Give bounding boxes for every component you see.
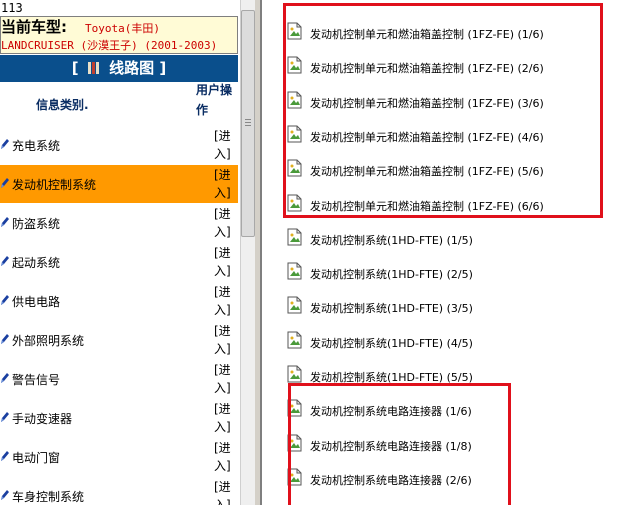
diagram-title: 发动机控制系统(1HD-FTE) (1/5) [310, 233, 473, 247]
category-name: 供电电路 [12, 295, 61, 309]
category-row[interactable]: 手动变速器 [进入] [0, 399, 238, 437]
pencil-icon [0, 372, 10, 384]
enter-link[interactable]: [进入] [214, 400, 238, 436]
wiring-diagram-title: 线路图 [109, 59, 155, 77]
pencil-icon [0, 450, 10, 462]
category-name: 发动机控制系统 [12, 178, 97, 192]
diagram-link[interactable]: 发动机控制系统(1HD-FTE) (4/5) [262, 325, 622, 355]
enter-link[interactable]: [进入] [214, 439, 238, 475]
category-row[interactable]: 发动机控制系统 [进入] [0, 165, 238, 203]
category-row[interactable]: 车身控制系统 [进入] [0, 477, 238, 505]
diagram-image-icon [286, 296, 302, 314]
book-icon [87, 62, 99, 74]
category-row[interactable]: 警告信号 [进入] [0, 360, 238, 398]
category-row[interactable]: 电动门窗 [进入] [0, 438, 238, 476]
enter-link[interactable]: [进入] [214, 322, 238, 358]
category-name: 防盗系统 [12, 217, 61, 231]
category-name: 起动系统 [12, 256, 61, 270]
diagram-link[interactable]: 发动机控制系统(1HD-FTE) (2/5) [262, 256, 622, 286]
diagram-list-pane: 发动机控制单元和燃油箱盖控制 (1FZ-FE) (1/6) 发动机控制单元和燃油箱… [262, 0, 631, 505]
left-scrollbar-thumb[interactable] [241, 10, 255, 237]
category-column-header: 信息类别. [36, 98, 89, 112]
diagram-title: 发动机控制系统(1HD-FTE) (4/5) [310, 336, 473, 350]
pencil-icon [0, 333, 10, 345]
category-name: 手动变速器 [12, 412, 73, 426]
annotation-highlight-box [288, 383, 511, 505]
enter-link[interactable]: [进入] [214, 166, 238, 202]
category-pane: 113 当前车型: Toyota(丰田) LANDCRUISER (沙漠王子) … [0, 0, 240, 505]
enter-link[interactable]: [进入] [214, 361, 238, 397]
pencil-icon [0, 294, 10, 306]
pencil-icon [0, 138, 10, 150]
category-name: 警告信号 [12, 373, 61, 387]
category-name: 电动门窗 [12, 451, 61, 465]
wiring-diagram-header: [ 线路图 ] [0, 55, 238, 82]
category-row[interactable]: 充电系统 [进入] [0, 126, 238, 164]
enter-link[interactable]: [进入] [214, 244, 238, 280]
diagram-title: 发动机控制系统(1HD-FTE) (2/5) [310, 268, 473, 282]
pencil-icon [0, 177, 10, 189]
pencil-icon [0, 411, 10, 423]
category-name: 车身控制系统 [12, 490, 85, 504]
vehicle-code: 113 [1, 1, 23, 15]
enter-link[interactable]: [进入] [214, 478, 238, 505]
category-row[interactable]: 防盗系统 [进入] [0, 204, 238, 242]
pencil-icon [0, 255, 10, 267]
diagram-image-icon [286, 262, 302, 280]
category-row[interactable]: 起动系统 [进入] [0, 243, 238, 281]
current-vehicle-label: 当前车型: [1, 18, 67, 36]
diagram-title: 发动机控制系统(1HD-FTE) (3/5) [310, 302, 473, 316]
diagram-link[interactable]: 发动机控制系统(1HD-FTE) (3/5) [262, 290, 622, 320]
operation-column-header: 用户操作 [196, 83, 233, 117]
annotation-highlight-box [283, 3, 603, 218]
diagram-image-icon [286, 365, 302, 383]
category-name: 外部照明系统 [12, 334, 85, 348]
enter-link[interactable]: [进入] [214, 127, 238, 163]
diagram-image-icon [286, 228, 302, 246]
vehicle-info-box: 当前车型: Toyota(丰田) LANDCRUISER (沙漠王子) (200… [0, 16, 238, 54]
pencil-icon [0, 216, 10, 228]
category-name: 充电系统 [12, 139, 61, 153]
category-row[interactable]: 外部照明系统 [进入] [0, 321, 238, 359]
enter-link[interactable]: [进入] [214, 283, 238, 319]
diagram-link[interactable]: 发动机控制系统(1HD-FTE) (1/5) [262, 222, 622, 252]
enter-link[interactable]: [进入] [214, 205, 238, 241]
pencil-icon [0, 489, 10, 501]
category-row[interactable]: 供电电路 [进入] [0, 282, 238, 320]
diagram-image-icon [286, 331, 302, 349]
vehicle-make: Toyota(丰田) [85, 22, 160, 35]
vehicle-model: LANDCRUISER (沙漠王子) (2001-2003) [1, 39, 218, 52]
